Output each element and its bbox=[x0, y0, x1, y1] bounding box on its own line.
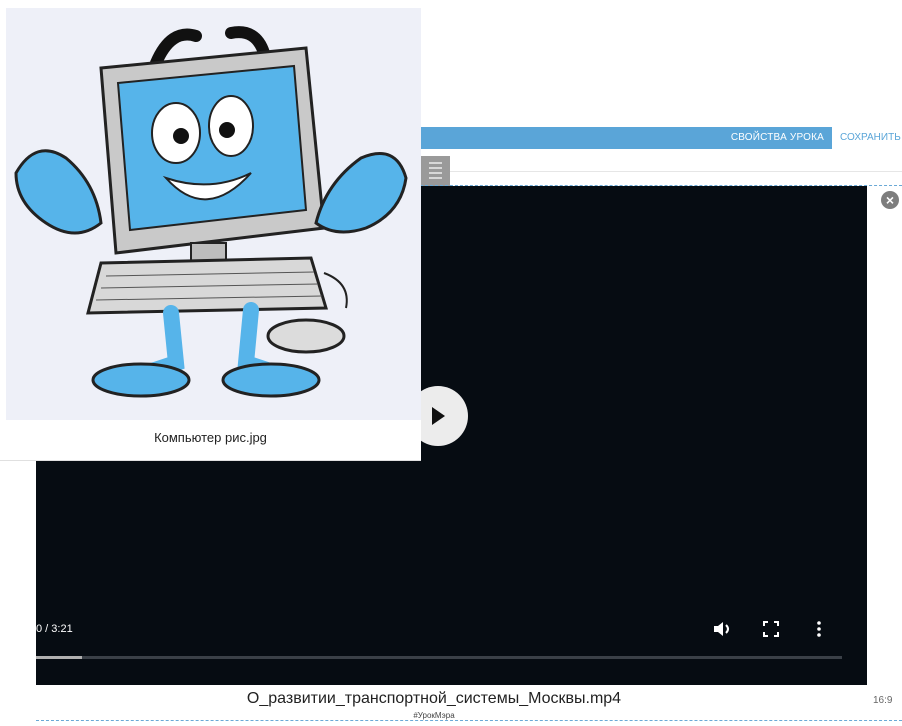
more-vert-icon[interactable] bbox=[815, 620, 823, 638]
aspect-ratio-label: 16:9 bbox=[873, 695, 893, 706]
fullscreen-icon[interactable] bbox=[762, 620, 780, 638]
close-icon[interactable]: × bbox=[881, 191, 899, 209]
video-filename: О_развитии_транспортной_системы_Москвы.m… bbox=[246, 690, 622, 707]
lesson-properties-button[interactable]: СВОЙСТВА УРОКА bbox=[731, 127, 824, 149]
save-button[interactable]: СОХРАНИТЬ bbox=[832, 127, 902, 149]
image-block[interactable]: Компьютер рис.jpg bbox=[0, 0, 421, 461]
hashtag-label: #УрокМэра bbox=[413, 711, 455, 720]
play-icon bbox=[432, 407, 445, 425]
volume-icon[interactable] bbox=[713, 620, 735, 638]
image-caption: Компьютер рис.jpg bbox=[154, 430, 267, 445]
computer-illustration bbox=[6, 8, 421, 420]
editor-toolbar bbox=[420, 149, 902, 172]
block-border-bottom bbox=[36, 720, 902, 721]
lesson-header-bar: СВОЙСТВА УРОКА СОХРАНИТЬ bbox=[420, 127, 902, 149]
video-time: 0 / 3:21 bbox=[36, 623, 73, 635]
video-progress-fill bbox=[36, 656, 82, 659]
video-progress-bar[interactable] bbox=[36, 656, 842, 659]
cartoon-computer-icon bbox=[14, 26, 408, 398]
drag-handle-icon[interactable] bbox=[421, 156, 450, 188]
